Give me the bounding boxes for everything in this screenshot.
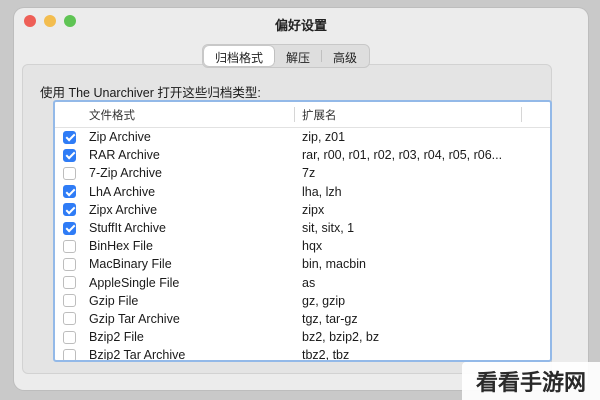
minimize-window-button[interactable] (44, 15, 56, 27)
checkbox-cell (55, 148, 85, 162)
format-name: Zip Archive (89, 130, 151, 145)
checkbox-cell (55, 166, 85, 180)
table-row[interactable]: Zipx Archive zipx (55, 201, 550, 219)
format-name: RAR Archive (89, 148, 160, 163)
tab-archive-formats[interactable]: 归档格式 (204, 46, 275, 66)
format-name: BinHex File (89, 239, 153, 254)
checkbox-cell (55, 294, 85, 308)
format-name: MacBinary File (89, 257, 172, 272)
format-name: 7-Zip Archive (89, 166, 162, 181)
table-row[interactable]: Gzip Tar Archive tgz, tar-gz (55, 310, 550, 328)
checkbox-cell (55, 185, 85, 199)
table-row[interactable]: Bzip2 Tar Archive tbz2, tbz (55, 346, 550, 362)
table-body: Zip Archive zip, z01 RAR Archive rar, r00, … (55, 128, 550, 362)
row-checkbox[interactable] (63, 148, 76, 162)
row-checkbox[interactable] (63, 276, 76, 290)
row-checkbox[interactable] (63, 294, 76, 308)
column-divider[interactable] (521, 107, 522, 122)
row-checkbox[interactable] (63, 330, 76, 344)
checkbox-cell (55, 130, 85, 144)
table-row[interactable]: 7-Zip Archive 7z (55, 164, 550, 182)
row-checkbox[interactable] (63, 312, 76, 326)
table-row[interactable]: Bzip2 File bz2, bzip2, bz (55, 328, 550, 346)
header-format[interactable]: 文件格式 (85, 107, 294, 123)
zoom-window-button[interactable] (64, 15, 76, 27)
format-extensions: tbz2, tbz (302, 348, 350, 362)
format-extensions: rar, r00, r01, r02, r03, r04, r05, r06..… (302, 148, 503, 163)
row-checkbox[interactable] (63, 257, 76, 271)
checkbox-cell (55, 203, 85, 217)
format-name: Gzip Tar Archive (89, 311, 180, 326)
format-extensions: gz, gzip (302, 293, 346, 308)
row-checkbox[interactable] (63, 130, 76, 144)
format-name: Bzip2 File (89, 330, 144, 345)
tab-bar: 归档格式 解压 高级 (202, 44, 371, 68)
table-header: 文件格式 扩展名 (55, 102, 550, 128)
row-checkbox[interactable] (63, 348, 76, 360)
description-label: 使用 The Unarchiver 打开这些归档类型: (40, 86, 261, 100)
checkbox-cell (55, 239, 85, 253)
format-extensions: zip, z01 (302, 130, 346, 145)
format-extensions: sit, sitx, 1 (302, 221, 355, 236)
column-divider[interactable] (294, 107, 295, 122)
format-extensions: lha, lzh (302, 184, 342, 199)
table-row[interactable]: BinHex File hqx (55, 237, 550, 255)
checkbox-cell (55, 276, 85, 290)
watermark-logo: 看看手游网 (462, 362, 600, 400)
format-extensions: zipx (302, 202, 325, 217)
format-extensions: hqx (302, 239, 323, 254)
checkbox-cell (55, 330, 85, 344)
table-row[interactable]: LhA Archive lha, lzh (55, 183, 550, 201)
format-extensions: 7z (302, 166, 316, 181)
row-checkbox[interactable] (63, 185, 76, 199)
header-extension[interactable]: 扩展名 (294, 107, 550, 123)
format-extensions: bz2, bzip2, bz (302, 330, 380, 345)
table-row[interactable]: Gzip File gz, gzip (55, 292, 550, 310)
row-checkbox[interactable] (63, 166, 76, 180)
row-checkbox[interactable] (63, 221, 76, 235)
table-row[interactable]: MacBinary File bin, macbin (55, 255, 550, 273)
row-checkbox[interactable] (63, 203, 76, 217)
checkbox-cell (55, 221, 85, 235)
format-extensions: as (302, 275, 316, 290)
format-name: LhA Archive (89, 184, 156, 199)
title-bar: 偏好设置 (14, 8, 588, 40)
watermark-text: 看看手游网 (475, 371, 586, 396)
row-checkbox[interactable] (63, 239, 76, 253)
checkbox-cell (55, 257, 85, 271)
table-row[interactable]: RAR Archive rar, r00, r01, r02, r03, r04,… (55, 146, 550, 164)
table-row[interactable]: Zip Archive zip, z01 (55, 128, 550, 146)
checkbox-cell (55, 312, 85, 326)
window-title: 偏好设置 (274, 17, 327, 33)
table-row[interactable]: AppleSingle File as (55, 274, 550, 292)
archive-types-table[interactable]: 文件格式 扩展名 Zip Archive zip, z01 RAR Archive r… (53, 100, 552, 362)
close-window-button[interactable] (24, 15, 36, 27)
format-name: Bzip2 Tar Archive (89, 348, 186, 362)
format-name: Zipx Archive (89, 202, 158, 217)
format-name: Gzip File (89, 293, 139, 308)
table-row[interactable]: StuffIt Archive sit, sitx, 1 (55, 219, 550, 237)
format-name: StuffIt Archive (89, 221, 166, 236)
format-extensions: bin, macbin (302, 257, 366, 272)
format-extensions: tgz, tar-gz (302, 311, 358, 326)
tab-extraction[interactable]: 解压 (275, 46, 321, 66)
window-controls (24, 15, 76, 27)
format-name: AppleSingle File (89, 275, 180, 290)
tab-advanced[interactable]: 高级 (322, 46, 368, 66)
checkbox-cell (55, 348, 85, 360)
